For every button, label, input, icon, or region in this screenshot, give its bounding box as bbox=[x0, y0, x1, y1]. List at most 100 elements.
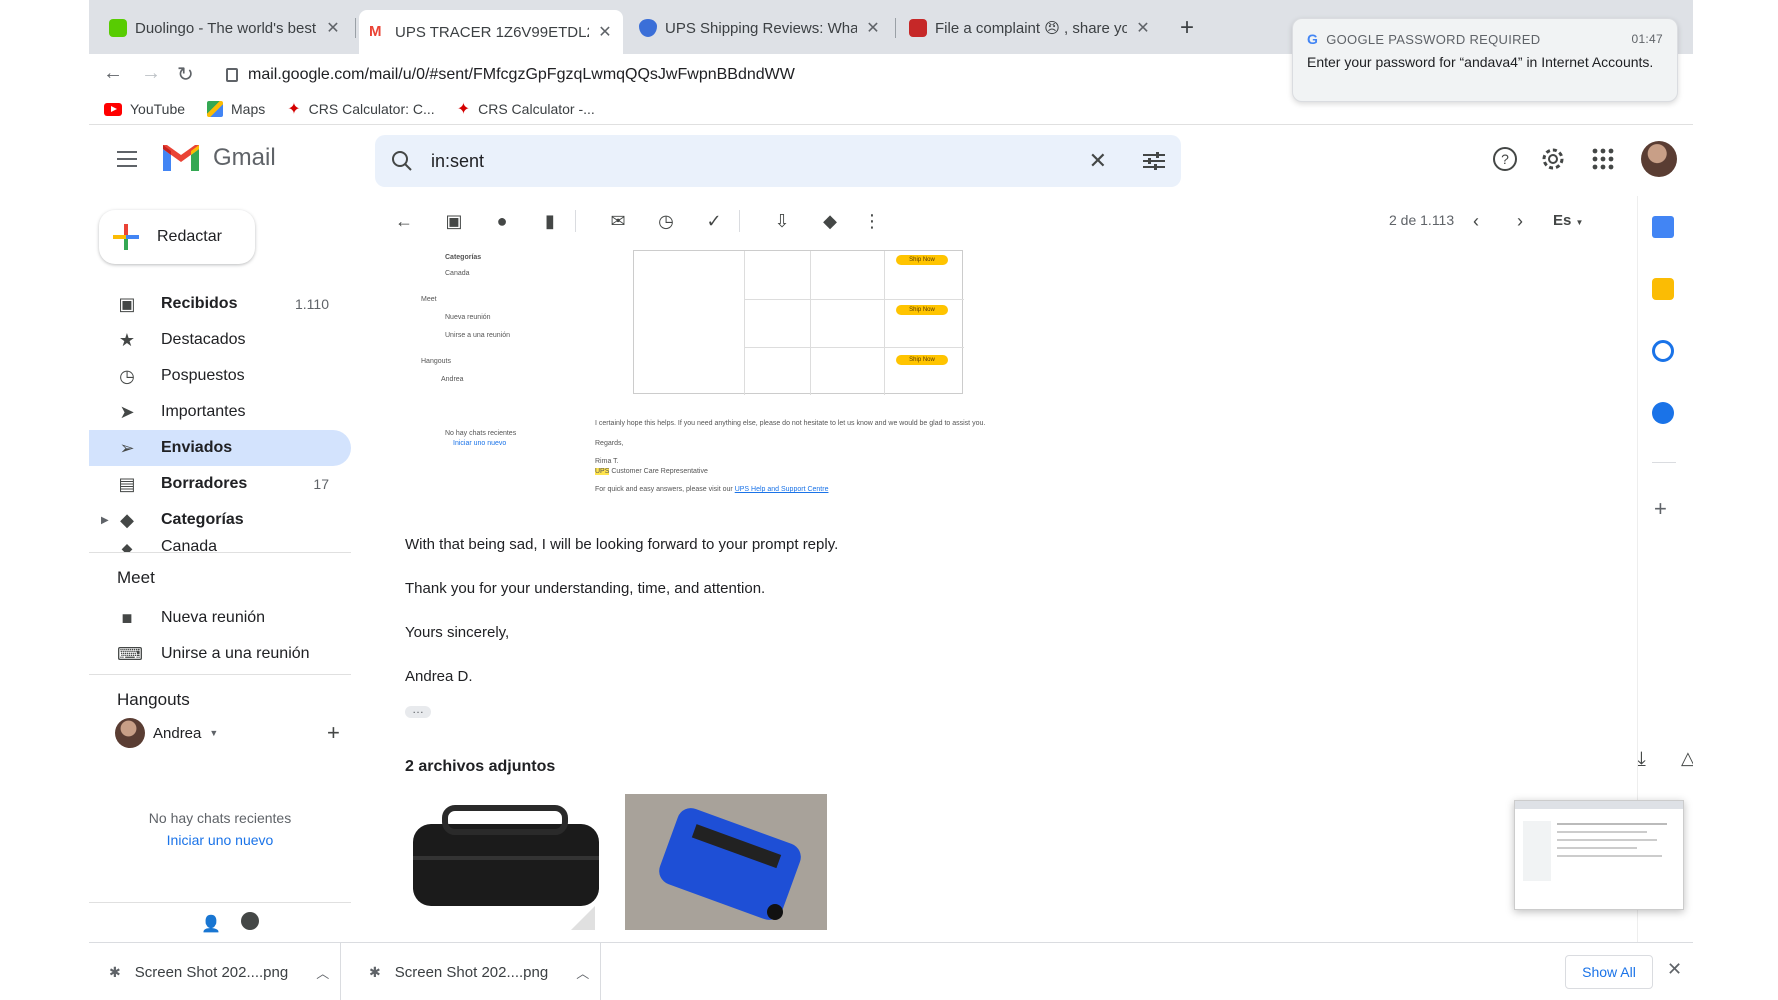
url-text: mail.google.com/mail/u/0/#sent/FMfcgzGpF… bbox=[248, 66, 795, 83]
tab-title: UPS TRACER 1Z6V99ETDL200 bbox=[395, 23, 589, 41]
contacts-icon[interactable]: 👤 bbox=[201, 914, 221, 934]
avatar[interactable] bbox=[1641, 141, 1677, 177]
sidebar-item-important[interactable]: ➤ Importantes bbox=[89, 394, 351, 430]
back-arrow-icon[interactable]: ← bbox=[103, 62, 123, 85]
notification-header: GOOGLE PASSWORD REQUIRED bbox=[1326, 31, 1541, 47]
clear-search-icon[interactable]: ✕ bbox=[1089, 148, 1107, 174]
start-chat-link[interactable]: Iniciar uno nuevo bbox=[89, 832, 351, 848]
chevron-right-icon[interactable]: › bbox=[1509, 210, 1531, 232]
contacts-icon[interactable] bbox=[1652, 402, 1674, 424]
help-icon[interactable]: ? bbox=[1491, 145, 1519, 173]
archive-icon[interactable]: ▣ bbox=[443, 210, 465, 232]
expand-caret-icon[interactable]: ▶ bbox=[101, 515, 109, 526]
youtube-icon bbox=[104, 102, 122, 116]
sidebar-item-drafts[interactable]: ▤ Borradores 17 bbox=[89, 466, 351, 502]
bookmark-maps[interactable]: Maps bbox=[207, 101, 265, 117]
add-task-icon[interactable]: ✓ bbox=[703, 210, 725, 232]
new-tab-button[interactable]: + bbox=[1173, 14, 1201, 42]
chevron-up-icon[interactable]: ︿ bbox=[316, 963, 329, 982]
move-to-icon[interactable]: ⇩ bbox=[771, 210, 793, 232]
hangouts-icon[interactable] bbox=[241, 912, 259, 930]
label-icon[interactable]: ◆ bbox=[819, 210, 841, 232]
bookmark-youtube[interactable]: YouTube bbox=[104, 101, 185, 117]
password-notification[interactable]: G GOOGLE PASSWORD REQUIRED 01:47 Enter y… bbox=[1292, 18, 1678, 102]
duolingo-icon bbox=[109, 19, 127, 37]
close-icon[interactable]: ✕ bbox=[865, 18, 881, 38]
download-item[interactable]: ✱ Screen Shot 202....png ︿ bbox=[89, 943, 341, 1000]
sidebar-item-sent[interactable]: ➢ Enviados bbox=[89, 430, 351, 466]
keep-icon[interactable] bbox=[1652, 278, 1674, 300]
gmail-logo-text: Gmail bbox=[213, 144, 276, 171]
input-language-button[interactable]: Es ▼ bbox=[1553, 212, 1583, 229]
chevron-up-icon[interactable]: ︿ bbox=[576, 963, 589, 982]
divider bbox=[739, 210, 740, 232]
bookmark-label: YouTube bbox=[130, 101, 186, 117]
sidebar-item-inbox[interactable]: ▣ Recibidos 1.110 bbox=[89, 286, 351, 322]
search-options-icon[interactable] bbox=[1143, 151, 1165, 171]
sidebar-item-categories[interactable]: ▶ ◆ Categorías bbox=[89, 502, 351, 538]
report-spam-icon[interactable]: ● bbox=[491, 210, 513, 232]
more-vert-icon[interactable]: ⋮ bbox=[861, 210, 883, 232]
tab-title: File a complaint 😠 , share your bbox=[935, 20, 1127, 37]
show-trimmed-content-button[interactable]: … bbox=[405, 703, 431, 718]
screenshot-preview-thumbnail[interactable] bbox=[1514, 800, 1684, 910]
apps-grid-icon[interactable] bbox=[1589, 145, 1617, 173]
sidebar-item-snoozed[interactable]: ◷ Pospuestos bbox=[89, 358, 351, 394]
close-icon[interactable]: ✕ bbox=[1667, 959, 1682, 980]
tab-duolingo[interactable]: Duolingo - The world's best wa ✕ bbox=[99, 10, 351, 46]
meet-list: ■ Nueva reunión ⌨ Unirse a una reunión bbox=[89, 600, 351, 672]
download-item[interactable]: ✱ Screen Shot 202....png ︿ bbox=[349, 943, 601, 1000]
embedded-new-meeting: Nueva reunión bbox=[445, 314, 491, 321]
search-input[interactable] bbox=[431, 150, 1071, 172]
drafts-count: 17 bbox=[313, 476, 329, 492]
address-bar[interactable]: mail.google.com/mail/u/0/#sent/FMfcgzGpF… bbox=[212, 58, 1352, 92]
tasks-icon[interactable] bbox=[1652, 340, 1674, 362]
sidebar-item-label: Destacados bbox=[161, 331, 246, 348]
hangouts-user[interactable]: Andrea ▼ bbox=[115, 718, 218, 748]
add-contact-icon[interactable]: + bbox=[327, 720, 340, 746]
attachment-thumbnail-blue-bag[interactable] bbox=[625, 794, 827, 930]
embedded-shipping-table: Ship Now Ship Now Ship Now bbox=[633, 250, 964, 395]
snooze-icon[interactable]: ◷ bbox=[655, 210, 677, 232]
trash-icon[interactable]: ▮ bbox=[539, 210, 561, 232]
sidebar-item-starred[interactable]: ★ Destacados bbox=[89, 322, 351, 358]
svg-text:?: ? bbox=[1501, 151, 1509, 167]
gmail-logo[interactable]: Gmail bbox=[161, 143, 276, 173]
calendar-icon[interactable] bbox=[1652, 216, 1674, 238]
compose-button[interactable]: Redactar bbox=[99, 210, 255, 264]
meet-join-meeting[interactable]: ⌨ Unirse a una reunión bbox=[89, 636, 351, 672]
attachment-thumbnail-black-bag[interactable] bbox=[405, 794, 607, 930]
divider bbox=[89, 552, 351, 553]
reload-icon[interactable]: ↻ bbox=[177, 62, 194, 87]
tab-ups-reviews[interactable]: UPS Shipping Reviews: What T ✕ bbox=[629, 10, 891, 46]
chevron-left-icon[interactable]: ‹ bbox=[1465, 210, 1487, 232]
maple-leaf-icon: ✦ bbox=[287, 101, 301, 118]
get-addons-icon[interactable]: + bbox=[1654, 496, 1667, 522]
gmail-header: Gmail ✕ ? bbox=[89, 124, 1693, 196]
close-icon[interactable]: ✕ bbox=[1135, 18, 1151, 38]
embedded-help-line: I certainly hope this helps. If you need… bbox=[595, 420, 986, 427]
tab-complaint[interactable]: File a complaint 😠 , share your ✕ bbox=[899, 10, 1161, 46]
embedded-signer: Rima T. bbox=[595, 458, 619, 465]
tab-ups-tracer[interactable]: M UPS TRACER 1Z6V99ETDL200 ✕ bbox=[359, 10, 623, 54]
menu-icon[interactable] bbox=[117, 151, 137, 167]
google-icon: G bbox=[1307, 31, 1319, 47]
bookmark-label: Maps bbox=[231, 101, 266, 117]
back-arrow-icon[interactable]: ← bbox=[393, 210, 415, 232]
bookmark-crs-1[interactable]: ✦ CRS Calculator: C... bbox=[287, 99, 434, 119]
close-icon[interactable]: ✕ bbox=[325, 18, 341, 38]
bookmark-crs-2[interactable]: ✦ CRS Calculator -... bbox=[457, 99, 595, 119]
embedded-ship-button: Ship Now bbox=[896, 305, 948, 315]
forward-arrow-icon[interactable]: → bbox=[141, 62, 161, 85]
mark-unread-icon[interactable]: ✉ bbox=[607, 210, 629, 232]
email-body: Categorías Canada Meet Nueva reunión Uni… bbox=[385, 250, 1425, 942]
sidebar-item-canada[interactable]: ◆ Canada bbox=[89, 538, 351, 552]
search-icon[interactable] bbox=[391, 150, 413, 172]
meet-new-meeting[interactable]: ■ Nueva reunión bbox=[89, 600, 351, 636]
close-icon[interactable]: ✕ bbox=[597, 22, 613, 42]
show-all-downloads-button[interactable]: Show All bbox=[1565, 955, 1653, 989]
gear-icon[interactable] bbox=[1539, 145, 1567, 173]
email-paragraph: With that being sad, I will be looking f… bbox=[405, 536, 839, 553]
hangouts-title: Hangouts bbox=[117, 690, 190, 709]
notification-time: 01:47 bbox=[1631, 32, 1663, 46]
